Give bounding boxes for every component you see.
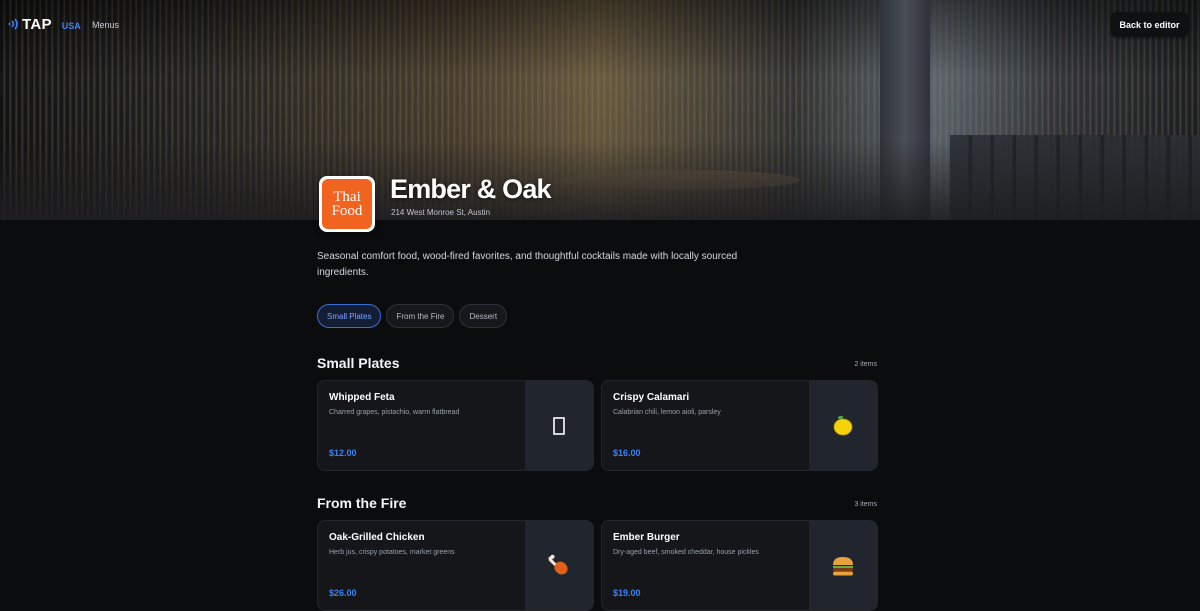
menu-item-name: Whipped Feta	[329, 392, 395, 403]
menu-item-description: Charred grapes, pistachio, warm flatbrea…	[329, 409, 460, 416]
menu-item-price: $12.00	[329, 448, 357, 458]
tab-small-plates[interactable]: Small Plates	[317, 304, 382, 328]
brand-name: TAP	[22, 15, 52, 33]
restaurant-address: 214 West Monroe St, Austin	[391, 208, 491, 217]
lemon-icon	[833, 415, 853, 435]
brand-region: USA	[61, 21, 81, 31]
restaurant-logo: Thai Food	[319, 176, 375, 232]
burger-icon	[833, 556, 853, 575]
section-title-small-plates: Small Plates	[317, 355, 400, 371]
menu-item-thumbnail	[809, 381, 877, 470]
nav-menus-link[interactable]: Menus	[92, 20, 119, 30]
menu-item-card[interactable]: Crispy Calamari Calabrian chili, lemon a…	[601, 380, 878, 471]
back-to-editor-button[interactable]: Back to editor	[1111, 12, 1188, 37]
placeholder-glyph-icon	[553, 416, 565, 435]
drumstick-icon	[548, 554, 568, 574]
logo-text-line1: Thai	[333, 189, 361, 205]
menu-item-price: $26.00	[329, 588, 357, 598]
menu-item-name: Ember Burger	[613, 532, 680, 543]
category-tabs: Small Plates From the Fire Dessert	[317, 304, 508, 328]
section-title-from-the-fire: From the Fire	[317, 495, 407, 511]
menu-item-thumbnail	[525, 521, 593, 610]
section-count-from-the-fire: 3 items	[854, 501, 877, 508]
section-count-small-plates: 2 items	[854, 361, 877, 368]
menu-item-card[interactable]: Oak-Grilled Chicken Herb jus, crispy pot…	[317, 520, 594, 611]
hero-banner-image	[0, 0, 1200, 220]
menu-item-description: Calabrian chili, lemon aioli, parsley	[613, 409, 721, 416]
menu-item-thumbnail	[809, 521, 877, 610]
menu-item-card[interactable]: Ember Burger Dry-aged beef, smoked chedd…	[601, 520, 878, 611]
menu-item-name: Oak-Grilled Chicken	[329, 532, 425, 543]
menu-item-description: Dry-aged beef, smoked cheddar, house pic…	[613, 549, 759, 556]
menu-item-price: $16.00	[613, 448, 641, 458]
menu-item-thumbnail	[525, 381, 593, 470]
menu-item-description: Herb jus, crispy potatoes, market greens	[329, 549, 455, 556]
logo-text-line2: Food	[331, 203, 363, 219]
menu-item-price: $19.00	[613, 588, 641, 598]
tab-from-the-fire[interactable]: From the Fire	[386, 304, 455, 328]
restaurant-name: Ember & Oak	[390, 174, 552, 204]
restaurant-description: Seasonal comfort food, wood-fired favori…	[317, 251, 738, 278]
tab-dessert[interactable]: Dessert	[459, 304, 508, 328]
brand-logo[interactable]: TAP USA	[6, 15, 81, 33]
menu-item-name: Crispy Calamari	[613, 392, 690, 403]
signal-waves-icon	[8, 18, 18, 30]
menu-item-card[interactable]: Whipped Feta Charred grapes, pistachio, …	[317, 380, 594, 471]
